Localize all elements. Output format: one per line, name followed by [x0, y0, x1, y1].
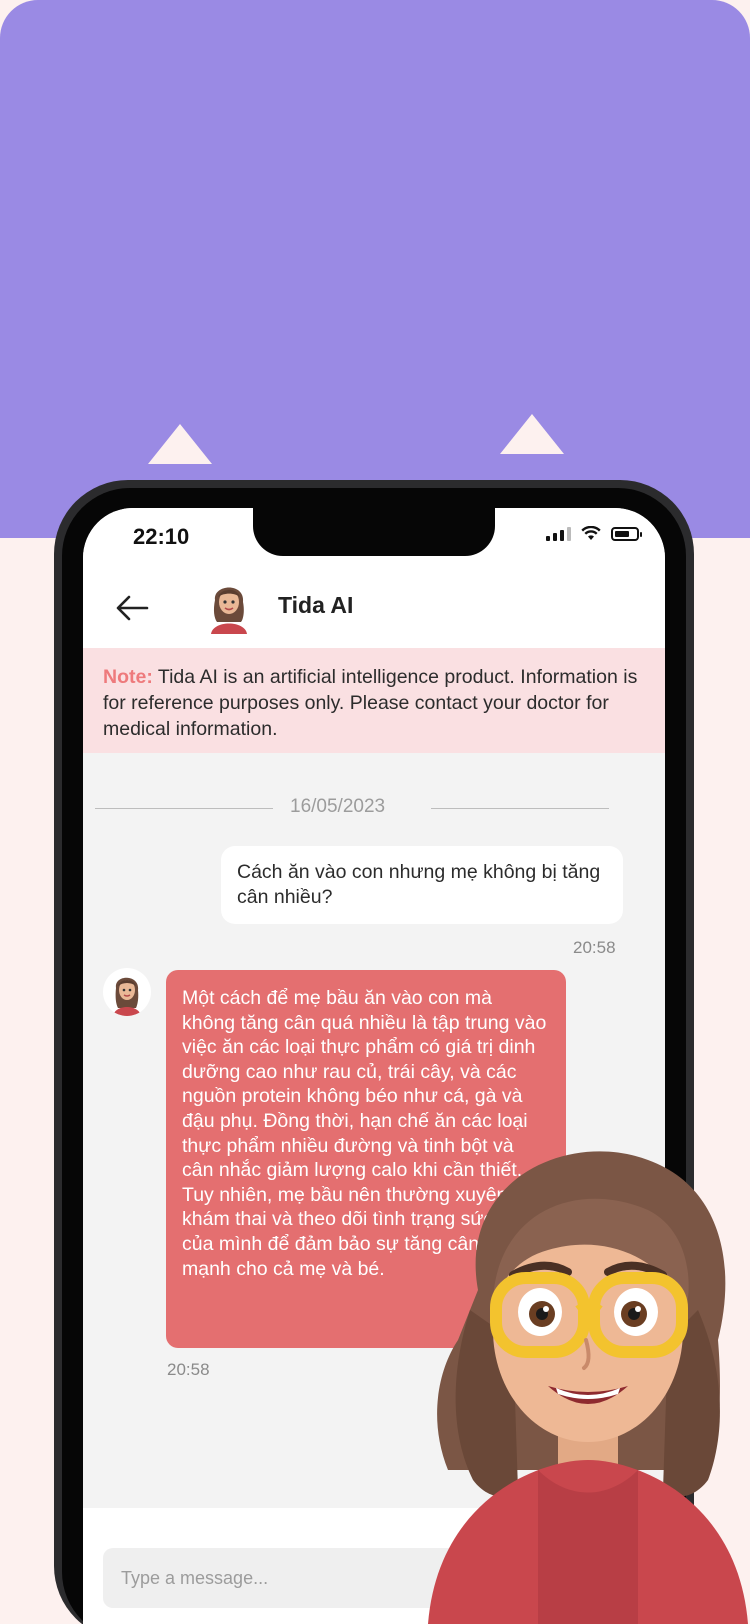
user-message-bubble: Cách ăn vào con nhưng mẹ không bị tăng c… — [221, 846, 623, 924]
bot-avatar-icon — [113, 977, 141, 1016]
status-bar: 22:10 — [83, 508, 665, 578]
status-icons — [546, 526, 642, 541]
battery-icon — [611, 526, 642, 541]
decorative-ear-right — [500, 414, 564, 454]
divider-line-right — [431, 808, 609, 809]
chat-title: Tida AI — [278, 592, 354, 618]
divider-line-left — [95, 808, 273, 809]
wifi-icon — [581, 526, 601, 540]
promo-frame: 22:10 Tida AI Note: Tida AI is an artifi… — [0, 0, 750, 1624]
purple-background — [0, 0, 750, 538]
disclaimer-note: Note: Tida AI is an artificial intellige… — [83, 648, 665, 753]
tida-avatar-icon — [211, 587, 247, 634]
date-divider: 16/05/2023 — [95, 796, 615, 820]
tida-character-illustration — [428, 1151, 748, 1624]
user-message-time: 20:58 — [573, 938, 616, 957]
decorative-ear-left — [148, 424, 212, 464]
status-time: 22:10 — [133, 524, 190, 549]
notch — [253, 508, 495, 556]
bot-avatar — [103, 968, 151, 1016]
chat-header: Tida AI — [83, 578, 665, 658]
back-arrow-icon[interactable] — [111, 586, 155, 630]
note-text: Tida AI is an artificial intelligence pr… — [103, 666, 638, 740]
date-divider-text: 16/05/2023 — [290, 796, 386, 817]
note-label: Note: — [103, 666, 153, 688]
bot-message-time: 20:58 — [167, 1360, 210, 1379]
signal-icon — [546, 526, 571, 541]
